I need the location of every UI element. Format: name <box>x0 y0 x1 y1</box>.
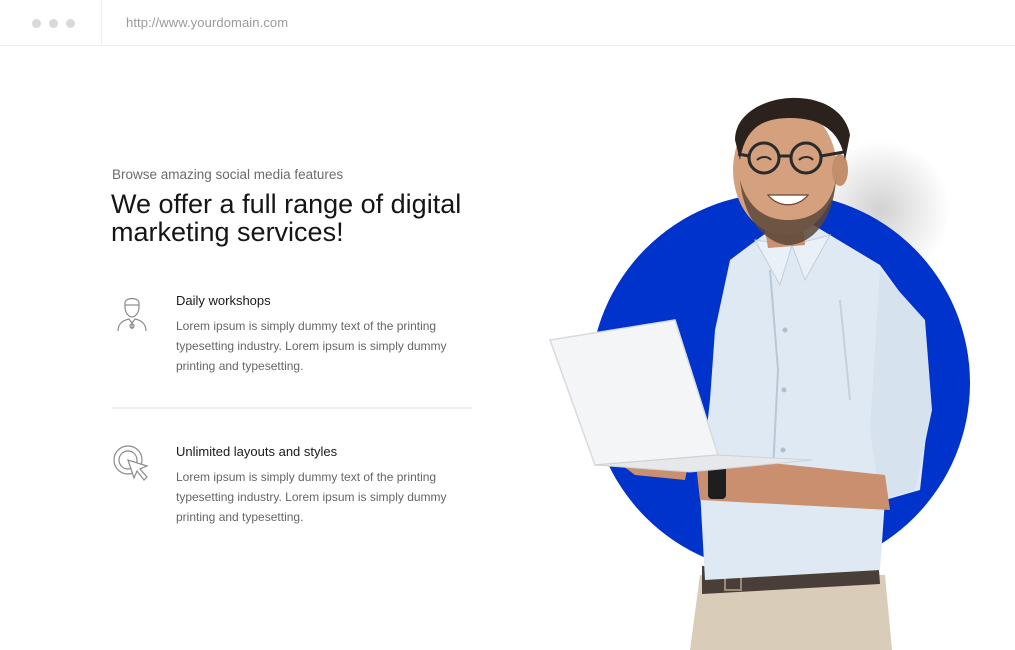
section-eyebrow: Browse amazing social media features <box>112 167 344 182</box>
page-title: We offer a full range of digital marketi… <box>111 189 462 247</box>
window-dot-icon[interactable] <box>49 19 58 28</box>
feature-title: Daily workshops <box>176 293 271 308</box>
address-bar[interactable]: http://www.yourdomain.com <box>126 15 288 30</box>
window-dot-icon[interactable] <box>32 19 41 28</box>
feature-title: Unlimited layouts and styles <box>176 444 338 459</box>
hero-illustration <box>540 70 1015 650</box>
window-controls <box>0 0 102 46</box>
window-dot-icon[interactable] <box>66 19 75 28</box>
user-icon <box>112 293 152 333</box>
cursor-click-icon <box>112 444 152 484</box>
divider <box>112 407 472 409</box>
browser-chrome: http://www.yourdomain.com <box>0 0 1015 46</box>
feature-description: Lorem ipsum is simply dummy text of the … <box>176 319 447 373</box>
feature-description: Lorem ipsum is simply dummy text of the … <box>176 470 447 524</box>
